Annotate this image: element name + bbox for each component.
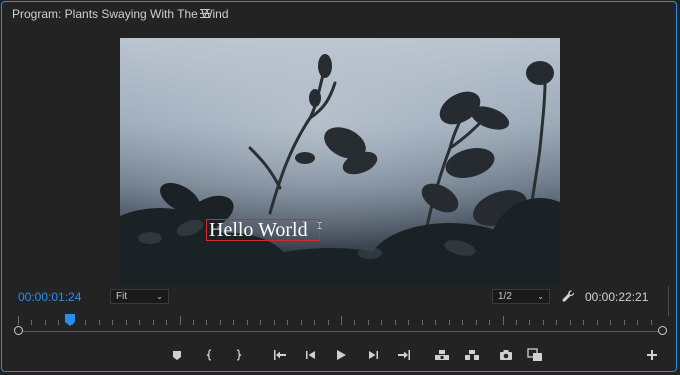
current-timecode[interactable]: 00:00:01:24: [18, 290, 81, 304]
panel-divider: [668, 286, 669, 316]
go-to-in-icon: [274, 350, 286, 360]
duration-timecode: 00:00:22:21: [585, 290, 649, 304]
program-monitor-viewer[interactable]: Hello World ⌶: [120, 38, 560, 285]
chevron-down-icon: ⌄: [537, 292, 544, 301]
zoom-level-value: Fit: [116, 291, 128, 302]
wrench-icon[interactable]: [562, 290, 575, 303]
zoom-level-select[interactable]: Fit ⌄: [110, 289, 169, 304]
text-layer-hello-world[interactable]: Hello World: [206, 219, 320, 241]
panel-header: Program: Plants Swaying With The Wind: [0, 0, 680, 28]
button-editor-add-button[interactable]: [643, 346, 661, 364]
ruler-ticks: [18, 316, 652, 325]
plus-icon: [647, 350, 657, 360]
video-frame: [120, 38, 560, 285]
camera-icon: [500, 350, 512, 360]
extract-icon: [465, 350, 479, 360]
mark-in-icon: [206, 349, 212, 361]
timeline-track[interactable]: [18, 331, 664, 332]
go-to-out-button[interactable]: [395, 346, 413, 364]
step-forward-button[interactable]: [364, 346, 382, 364]
lift-icon: [435, 350, 449, 360]
out-point-handle[interactable]: [658, 326, 667, 335]
playhead-marker[interactable]: [64, 314, 75, 327]
marker-icon: [173, 351, 181, 360]
step-back-icon: [306, 351, 315, 359]
extract-button[interactable]: [463, 346, 481, 364]
time-ruler[interactable]: [14, 316, 667, 346]
go-to-out-icon: [398, 350, 410, 360]
play-icon: [337, 350, 346, 360]
resolution-value: 1/2: [498, 291, 512, 302]
panel-menu-icon[interactable]: [200, 9, 210, 18]
comparison-view-icon: [527, 348, 542, 361]
panel-title[interactable]: Program: Plants Swaying With The Wind: [12, 7, 229, 21]
text-cursor-icon: ⌶: [317, 222, 323, 232]
lift-button[interactable]: [433, 346, 451, 364]
play-button[interactable]: [332, 346, 350, 364]
resolution-select[interactable]: 1/2 ⌄: [492, 289, 550, 304]
mark-out-icon: [236, 349, 242, 361]
comparison-view-button[interactable]: [526, 346, 544, 364]
export-frame-button[interactable]: [497, 346, 515, 364]
mark-out-button[interactable]: [229, 346, 247, 364]
step-back-button[interactable]: [302, 346, 320, 364]
step-forward-icon: [369, 351, 378, 359]
go-to-in-button[interactable]: [271, 346, 289, 364]
mark-in-button[interactable]: [201, 346, 219, 364]
add-marker-button[interactable]: [168, 346, 186, 364]
chevron-down-icon: ⌄: [156, 292, 163, 301]
in-point-handle[interactable]: [14, 326, 23, 335]
